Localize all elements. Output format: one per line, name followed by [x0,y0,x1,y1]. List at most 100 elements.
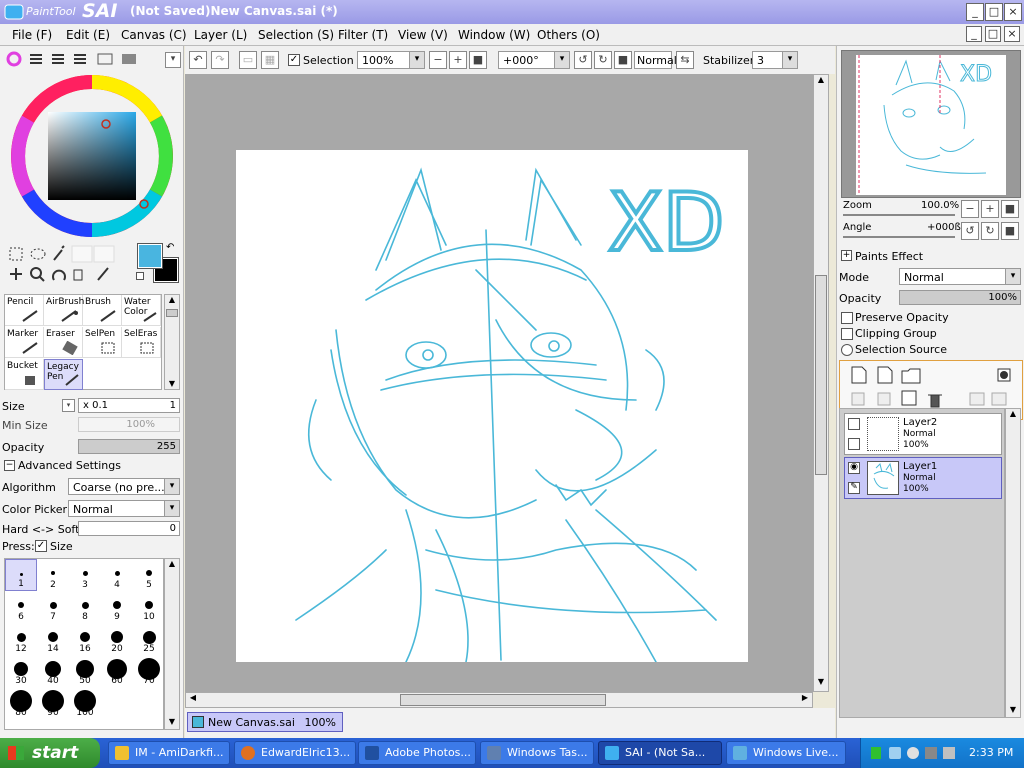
hard-soft-field[interactable]: 0 [78,521,180,536]
tool-bucket[interactable]: Bucket [5,359,44,390]
size-mult-dropdown[interactable]: ▾ [62,399,75,412]
task-task-manager[interactable]: Windows Tas... [480,741,594,765]
opacity-slider[interactable]: 255 [78,439,180,454]
layer-visibility-toggle[interactable] [848,418,860,430]
layer-opacity-slider[interactable]: 100% [899,290,1021,305]
nav-rotate-right-button[interactable]: ↻ [981,222,999,240]
eye-icon[interactable]: ◉ [848,462,860,474]
zoom-icon[interactable] [30,267,42,279]
selection-source-radio[interactable] [841,344,853,356]
brush-size-4[interactable]: 4 [101,559,133,591]
layer-lock-toggle[interactable] [848,438,860,450]
layer-row-layer1[interactable]: ◉ ✎ Layer1 Normal 100% [844,457,1002,499]
tool-airbrush[interactable]: AirBrush [44,295,84,326]
brush-size-2[interactable]: 2 [37,559,69,591]
clear-layer-icon[interactable] [901,390,917,406]
minimize-button[interactable]: _ [966,3,984,21]
brush-size-100[interactable]: 100 [69,687,101,719]
clipping-group-checkbox[interactable] [841,328,853,340]
tool-eraser[interactable]: Eraser [44,327,83,358]
swap-colors-icon[interactable]: ↶ [166,242,174,253]
hsv-tab-icon[interactable] [52,54,64,64]
nav-zoom-reset-button[interactable]: ■ [1001,200,1019,218]
brush-size-10[interactable]: 10 [133,591,163,623]
task-sai[interactable]: SAI - (Not Sa... [598,741,722,765]
canvas-tab[interactable]: New Canvas.sai 100% [187,712,343,732]
brush-size-60[interactable]: 60 [101,655,133,687]
brush-size-20[interactable]: 20 [101,623,133,655]
transfer-down-icon[interactable] [851,392,865,406]
tray-icon-3[interactable] [907,747,919,759]
new-folder-icon[interactable] [901,368,921,384]
menu-selection[interactable]: Selection (S) [258,28,334,42]
rect-select-icon[interactable] [9,247,23,261]
rotate-reset-button[interactable]: ■ [614,51,632,69]
menu-window[interactable]: Window (W) [458,28,530,42]
nav-angle-slider[interactable] [843,236,955,238]
tool-pencil[interactable]: Pencil [5,295,44,326]
lasso-icon[interactable] [30,248,46,260]
brush-size-70[interactable]: 70 [133,655,163,687]
menu-view[interactable]: View (V) [398,28,448,42]
deselect-button[interactable]: ▭ [239,51,257,69]
tool-selpen[interactable]: SelPen [83,327,122,358]
new-layer-set-icon[interactable] [877,366,893,384]
tool-marker[interactable]: Marker [5,327,44,358]
brush-size-40[interactable]: 40 [37,655,69,687]
preserve-opacity-checkbox[interactable] [841,312,853,324]
layer-row-layer2[interactable]: Layer2 Normal 100% [844,413,1002,455]
layer-down-icon[interactable] [991,392,1007,406]
start-button[interactable]: start [0,738,100,768]
nav-zoom-in-button[interactable]: + [981,200,999,218]
brush-size-8[interactable]: 8 [69,591,101,623]
rotate-left-button[interactable]: ↺ [574,51,592,69]
eyedropper-icon[interactable] [97,267,109,281]
redo-button[interactable]: ↷ [211,51,229,69]
slider-tab-icon[interactable] [30,54,42,64]
move-icon[interactable] [10,268,22,280]
rotate-right-button[interactable]: ↻ [594,51,612,69]
hand-icon[interactable] [73,269,83,281]
menu-edit[interactable]: Edit (E) [66,28,110,42]
rotate-icon[interactable] [52,269,66,281]
task-firefox[interactable]: EdwardElric13... [234,741,356,765]
list-tab-icon[interactable] [74,54,86,64]
brush-size-90[interactable]: 90 [37,687,69,719]
task-photoshop[interactable]: Adobe Photos... [358,741,476,765]
brush-size-6[interactable]: 6 [5,591,37,623]
brush-size-50[interactable]: 50 [69,655,101,687]
pen-icon[interactable]: ✎ [848,482,860,494]
brush-size-7[interactable]: 7 [37,591,69,623]
size-grid-scrollbar[interactable]: ▲ ▼ [164,558,180,730]
undo-button[interactable]: ↶ [189,51,207,69]
tool-seleras[interactable]: SelEras [122,327,161,358]
color-picker-select[interactable]: Normal ▾ [68,500,180,517]
canvas-paper[interactable]: XD [236,150,748,663]
brush-size-25[interactable]: 25 [133,623,163,655]
layer-list-scrollbar[interactable]: ▲ ▼ [1005,408,1021,718]
doc-minimize-button[interactable]: _ [966,26,982,42]
selection-checkbox[interactable]: ✓ [288,54,300,66]
scratchpad-tab-icon[interactable] [122,54,136,64]
brush-size-3[interactable]: 3 [69,559,101,591]
panel-collapse-button[interactable]: ▾ [165,52,181,68]
brush-size-12[interactable]: 12 [5,623,37,655]
task-windows-live[interactable]: Windows Live... [726,741,846,765]
reset-colors-icon[interactable] [136,272,144,280]
task-im[interactable]: IM - AmiDarkfi... [108,741,230,765]
magic-wand-icon[interactable] [53,245,65,261]
swatches-tab-icon[interactable] [97,53,113,65]
menu-canvas[interactable]: Canvas (C) [121,28,187,42]
layer-up-icon[interactable] [969,392,985,406]
tool-legacy-pen[interactable]: Legacy Pen [44,359,83,390]
zoom-select[interactable]: 100% ▾ [357,51,425,69]
merge-down-icon[interactable] [877,392,891,406]
size-field[interactable]: x 0.1 1 [78,398,180,413]
algorithm-select[interactable]: Coarse (no pre... ▾ [68,478,180,495]
tool-grid-scrollbar[interactable]: ▲ ▼ [164,294,180,390]
doc-close-button[interactable]: × [1004,26,1020,42]
tool-brush[interactable]: Brush [83,295,122,326]
zoom-in-button[interactable]: + [449,51,467,69]
advanced-collapse-icon[interactable]: − [4,460,15,471]
nav-rotate-reset-button[interactable]: ■ [1001,222,1019,240]
